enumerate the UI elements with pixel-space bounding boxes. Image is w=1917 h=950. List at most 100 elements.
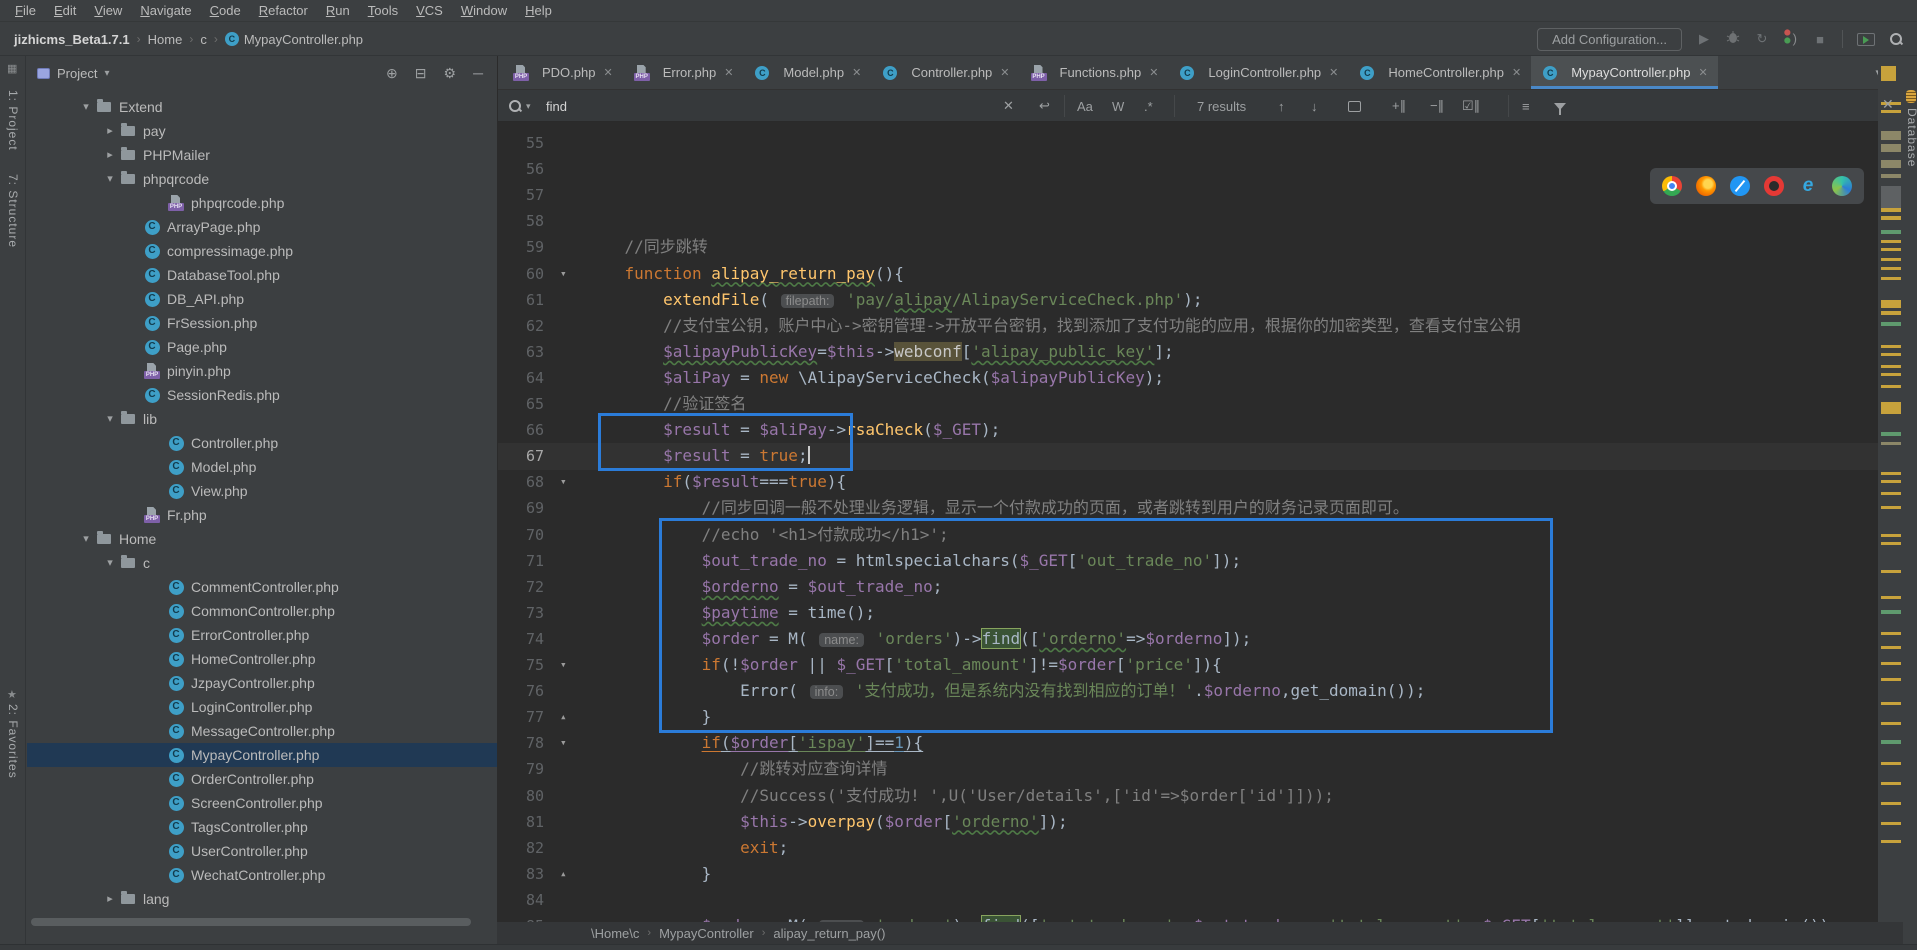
stripe-mark[interactable]	[1881, 353, 1901, 356]
chrome-icon[interactable]	[1662, 176, 1682, 196]
tree-item-view-php[interactable]: CView.php	[27, 479, 497, 503]
stripe-mark[interactable]	[1881, 472, 1901, 475]
stripe-mark[interactable]	[1881, 542, 1901, 545]
debug-icon[interactable]	[1726, 30, 1740, 49]
close-icon[interactable]: ✕	[1698, 66, 1707, 79]
favorites-star-icon[interactable]: ★	[7, 688, 17, 701]
breadcrumb-item[interactable]: c	[200, 32, 207, 47]
tab-mypaycontroller-php[interactable]: CMypayController.php✕	[1531, 56, 1717, 89]
stripe-mark[interactable]	[1881, 258, 1901, 261]
stripe-mark[interactable]	[1881, 311, 1901, 315]
stripe-mark[interactable]	[1881, 345, 1901, 348]
menu-item-vcs[interactable]: VCS	[407, 3, 452, 18]
tree-item-c[interactable]: ▾c	[27, 551, 497, 575]
menu-item-run[interactable]: Run	[317, 3, 359, 18]
tree-item-phpqrcode-php[interactable]: PHPphpqrcode.php	[27, 191, 497, 215]
fold-marker-icon[interactable]: ▾	[560, 730, 567, 756]
firefox-icon[interactable]	[1696, 176, 1716, 196]
tree-item-wechatcontroller-php[interactable]: CWechatController.php	[27, 863, 497, 887]
menu-item-edit[interactable]: Edit	[45, 3, 85, 18]
stripe-mark[interactable]	[1881, 402, 1901, 414]
tree-item-jzpaycontroller-php[interactable]: CJzpayController.php	[27, 671, 497, 695]
tree-item-phpmailer[interactable]: ▸PHPMailer	[27, 143, 497, 167]
tree-item-commoncontroller-php[interactable]: CCommonController.php	[27, 599, 497, 623]
stripe-mark[interactable]	[1881, 66, 1896, 81]
stripe-mark[interactable]	[1881, 322, 1901, 326]
tree-item-frsession-php[interactable]: CFrSession.php	[27, 311, 497, 335]
close-icon[interactable]: ✕	[852, 66, 861, 79]
tree-item-page-php[interactable]: CPage.php	[27, 335, 497, 359]
stripe-mark[interactable]	[1881, 277, 1901, 280]
coverage-icon[interactable]: ↻	[1754, 31, 1770, 47]
sidebar-item-structure[interactable]: 7: Structure	[6, 174, 20, 248]
tree-item-home[interactable]: ▾Home	[27, 527, 497, 551]
fold-marker-icon[interactable]: ▾	[560, 469, 567, 495]
locate-file-icon[interactable]: ⊕	[386, 65, 398, 82]
stripe-mark[interactable]	[1881, 662, 1901, 665]
chevron-down-icon[interactable]: ▾	[101, 167, 119, 191]
chevron-down-icon[interactable]: ▾	[77, 527, 95, 551]
run-window-icon[interactable]	[1857, 33, 1875, 46]
newline-icon[interactable]: ↩	[1039, 90, 1050, 122]
sidebar-item-favorites[interactable]: 2: Favorites	[6, 704, 20, 779]
tree-item-messagecontroller-php[interactable]: CMessageController.php	[27, 719, 497, 743]
internet-explorer-icon[interactable]: e	[1798, 176, 1818, 196]
filter-icon[interactable]	[1554, 90, 1566, 122]
tree-item-databasetool-php[interactable]: CDatabaseTool.php	[27, 263, 497, 287]
tree-item-pay[interactable]: ▸pay	[27, 119, 497, 143]
code-editor[interactable]: 5556575859 //同步跳转60▾ function alipay_ret…	[498, 122, 1878, 950]
close-icon[interactable]: ✕	[1512, 66, 1521, 79]
tree-item-arraypage-php[interactable]: CArrayPage.php	[27, 215, 497, 239]
tree-item-screencontroller-php[interactable]: CScreenController.php	[27, 791, 497, 815]
add-configuration-button[interactable]: Add Configuration...	[1537, 28, 1682, 51]
database-icon[interactable]	[1906, 90, 1916, 103]
edge-icon[interactable]	[1832, 176, 1852, 196]
close-icon[interactable]: ✕	[1329, 66, 1338, 79]
stripe-mark[interactable]	[1881, 722, 1901, 725]
run-icon[interactable]: ▶	[1696, 31, 1712, 47]
fold-marker-icon[interactable]: ▾	[560, 261, 567, 287]
tab-logincontroller-php[interactable]: CLoginController.php✕	[1168, 56, 1348, 89]
stripe-mark[interactable]	[1881, 432, 1901, 436]
previous-occurrence-icon[interactable]: ↑	[1278, 90, 1285, 122]
menu-item-refactor[interactable]: Refactor	[250, 3, 317, 18]
close-find-bar-icon[interactable]: ✕	[1882, 96, 1894, 113]
stripe-mark[interactable]	[1881, 365, 1901, 368]
stripe-mark[interactable]	[1881, 570, 1901, 573]
tool-windows-icon[interactable]: ▦	[7, 62, 17, 75]
tree-item-tagscontroller-php[interactable]: CTagsController.php	[27, 815, 497, 839]
select-all-occurrences-icon[interactable]: ☑∥	[1462, 90, 1480, 122]
stripe-mark[interactable]	[1881, 646, 1901, 649]
chevron-down-icon[interactable]: ▾	[104, 68, 109, 79]
stripe-mark[interactable]	[1881, 442, 1901, 445]
stripe-mark[interactable]	[1881, 174, 1901, 178]
search-history-chevron-icon[interactable]: ▾	[526, 101, 531, 112]
chevron-right-icon[interactable]: ▸	[101, 119, 119, 143]
gear-icon[interactable]: ⚙	[444, 65, 457, 82]
hide-panel-icon[interactable]: ─	[473, 65, 483, 81]
tree-item-compressimage-php[interactable]: Ccompressimage.php	[27, 239, 497, 263]
stripe-mark[interactable]	[1881, 762, 1901, 765]
stripe-mark[interactable]	[1881, 144, 1901, 152]
close-icon[interactable]: ✕	[1149, 66, 1158, 79]
breadcrumb-item[interactable]: jizhicms_Beta1.7.1	[14, 32, 130, 47]
tree-item-commentcontroller-php[interactable]: CCommentController.php	[27, 575, 497, 599]
stripe-mark[interactable]	[1881, 300, 1901, 308]
breadcrumb-item[interactable]: MypayController.php	[244, 32, 363, 47]
match-case-toggle[interactable]: Aa	[1077, 90, 1093, 122]
multiline-icon[interactable]: ≡	[1522, 90, 1530, 122]
words-toggle[interactable]: W	[1112, 90, 1124, 122]
add-occurrence-icon[interactable]: +∥	[1392, 90, 1406, 122]
menu-item-window[interactable]: Window	[452, 3, 516, 18]
remove-occurrence-icon[interactable]: −∥	[1430, 90, 1444, 122]
collapse-all-icon[interactable]: ⊟	[415, 65, 427, 82]
stripe-mark[interactable]	[1881, 534, 1901, 537]
stripe-mark[interactable]	[1881, 610, 1901, 614]
tree-item-logincontroller-php[interactable]: CLoginController.php	[27, 695, 497, 719]
tree-item-mypaycontroller-php[interactable]: CMypayController.php	[27, 743, 497, 767]
menu-item-file[interactable]: File	[6, 3, 45, 18]
stripe-mark[interactable]	[1881, 373, 1901, 376]
stripe-mark[interactable]	[1881, 131, 1901, 140]
menu-item-navigate[interactable]: Navigate	[131, 3, 200, 18]
breadcrumb-item[interactable]: Home	[148, 32, 183, 47]
